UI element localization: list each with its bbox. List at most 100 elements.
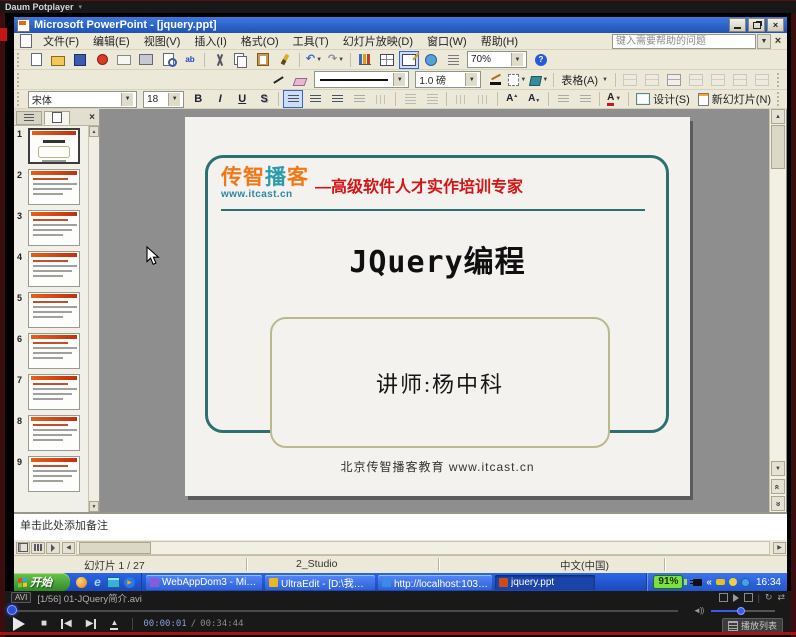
minimize-button[interactable] <box>729 18 746 32</box>
scroll-up-icon[interactable]: ▲ <box>89 126 99 137</box>
potplayer-quicklaunch-icon[interactable] <box>75 576 88 589</box>
menu-item[interactable]: 窗口(W) <box>420 32 474 50</box>
next-slide-icon[interactable]: « <box>771 496 785 511</box>
scroll-left-icon[interactable]: ◀ <box>62 542 75 554</box>
slide-thumbnail-5[interactable] <box>28 292 80 328</box>
toolbar-options-icon[interactable] <box>777 92 782 106</box>
scroll-down-icon[interactable]: ▼ <box>771 461 785 476</box>
undo-icon[interactable]: ↶▼ <box>304 51 324 69</box>
seek-bar[interactable] <box>10 610 678 612</box>
slide-thumbnail-9[interactable] <box>28 456 80 492</box>
lecturer-box[interactable]: 讲师:杨中科 <box>270 317 610 448</box>
fill-color-icon[interactable]: ▼ <box>529 71 549 89</box>
text-direction-icon[interactable] <box>451 90 471 108</box>
zoom-combobox[interactable]: 70% ▼ <box>467 51 527 68</box>
decrease-font-icon[interactable]: A <box>524 90 544 108</box>
powerpoint-titlebar[interactable]: Microsoft PowerPoint - [jquery.ppt] × <box>14 17 787 33</box>
email-icon[interactable] <box>114 51 134 69</box>
align-right-icon[interactable] <box>327 90 347 108</box>
next-button[interactable]: ▶ <box>86 619 97 629</box>
scrollbar-thumb[interactable] <box>771 125 785 169</box>
play-button[interactable] <box>13 617 25 631</box>
slide-design-button[interactable]: 设计(S) <box>632 90 694 108</box>
eraser-icon[interactable] <box>290 71 310 89</box>
toolbar-grip[interactable] <box>17 92 22 106</box>
format-painter-icon[interactable] <box>275 51 295 69</box>
vertical-scrollbar[interactable]: ▲ ▼ « « <box>769 109 786 512</box>
bullet-list-icon[interactable] <box>422 90 442 108</box>
help-question-box[interactable]: 键入需要帮助的问题 <box>612 34 756 49</box>
align-top-icon[interactable] <box>664 71 684 89</box>
key-icon[interactable] <box>716 579 725 585</box>
messenger-icon[interactable] <box>729 578 737 586</box>
menu-item[interactable]: 幻灯片放映(D) <box>336 32 420 50</box>
print-icon[interactable] <box>136 51 156 69</box>
play-frame-icon[interactable] <box>733 594 739 602</box>
taskbar-clock[interactable]: 16:34 <box>754 577 783 588</box>
menu-item[interactable]: 编辑(E) <box>86 32 137 50</box>
align-bottom-icon[interactable] <box>708 71 728 89</box>
cut-icon[interactable] <box>209 51 229 69</box>
slide-thumbnail-2[interactable] <box>28 169 80 205</box>
table-menu-button[interactable]: 表格(A) ▼ <box>557 71 612 89</box>
potplayer-titlebar[interactable]: Daum Potplayer ▾ <box>0 0 796 13</box>
scroll-down-icon[interactable]: ▼ <box>89 501 99 512</box>
taskbar-task-button[interactable]: http://localhost:1039/练... <box>378 575 492 590</box>
desktop-quicklaunch-icon[interactable] <box>107 576 120 589</box>
distribute-columns-icon[interactable] <box>752 71 772 89</box>
playlist-button[interactable]: 播放列表 <box>722 618 783 633</box>
previous-button[interactable]: ◀ <box>61 619 72 629</box>
font-color-icon[interactable]: A▼ <box>604 90 624 108</box>
open-icon[interactable] <box>48 51 68 69</box>
slide-thumbnail-1[interactable] <box>28 128 80 164</box>
paste-icon[interactable] <box>253 51 273 69</box>
scroll-up-icon[interactable]: ▲ <box>771 109 785 124</box>
slideshow-view-icon[interactable] <box>46 542 60 554</box>
help-dropdown-icon[interactable]: ▼ <box>757 34 771 49</box>
combo-arrow-icon[interactable]: ▼ <box>168 93 180 106</box>
toolbar-grip[interactable] <box>17 53 22 67</box>
insert-hyperlink-icon[interactable] <box>421 51 441 69</box>
permission-icon[interactable] <box>92 51 112 69</box>
slide-thumbnail-6[interactable] <box>28 333 80 369</box>
close-button[interactable]: × <box>767 18 784 32</box>
seek-knob[interactable] <box>7 605 17 615</box>
numbered-list-icon[interactable] <box>400 90 420 108</box>
insert-chart-icon[interactable] <box>355 51 375 69</box>
tab-outline[interactable] <box>16 111 42 125</box>
menu-item[interactable]: 格式(O) <box>234 32 286 50</box>
save-icon[interactable] <box>70 51 90 69</box>
expand-all-icon[interactable] <box>443 51 463 69</box>
split-cells-icon[interactable] <box>642 71 662 89</box>
horizontal-scrollbar[interactable] <box>76 541 770 555</box>
open-file-button[interactable]: ▲ <box>110 619 118 630</box>
media-player-quicklaunch-icon[interactable]: ▶ <box>123 576 136 589</box>
menu-item[interactable]: 插入(I) <box>187 32 233 50</box>
combo-arrow-icon[interactable]: ▼ <box>511 53 523 66</box>
rotate-text-icon[interactable] <box>473 90 493 108</box>
ie-quicklaunch-icon[interactable]: e <box>91 576 104 589</box>
network-icon[interactable] <box>741 578 750 587</box>
panel-close-icon[interactable]: × <box>89 112 97 123</box>
distribute-rows-icon[interactable] <box>730 71 750 89</box>
menu-item[interactable]: 视图(V) <box>137 32 188 50</box>
volume-icon[interactable]: ◄)) <box>693 606 703 615</box>
line-weight-combobox[interactable]: 1.0 磅 ▼ <box>415 71 481 88</box>
font-size-combobox[interactable]: 18 ▼ <box>143 91 184 108</box>
combo-arrow-icon[interactable]: ▼ <box>121 93 133 106</box>
shadow-button[interactable]: S <box>254 90 274 108</box>
menu-item[interactable]: 帮助(H) <box>474 32 525 50</box>
slide-thumbnail-7[interactable] <box>28 374 80 410</box>
redo-icon[interactable]: ↷▼ <box>326 51 346 69</box>
tab-slides[interactable] <box>44 111 70 125</box>
toolbar-options-icon[interactable] <box>777 73 782 87</box>
align-left-icon[interactable] <box>283 90 303 108</box>
center-vertically-icon[interactable] <box>686 71 706 89</box>
document-icon[interactable] <box>20 34 32 48</box>
copy-icon[interactable] <box>231 51 251 69</box>
scrollbar-thumb[interactable] <box>79 542 151 554</box>
collapse-chevron-icon[interactable]: « <box>706 577 712 588</box>
shuffle-icon[interactable]: ⇄ <box>777 592 785 603</box>
taskbar-task-button[interactable]: UltraEdit - [D:\我的文档... <box>265 575 375 590</box>
notes-pane[interactable]: 单击此处添加备注 <box>14 512 787 540</box>
